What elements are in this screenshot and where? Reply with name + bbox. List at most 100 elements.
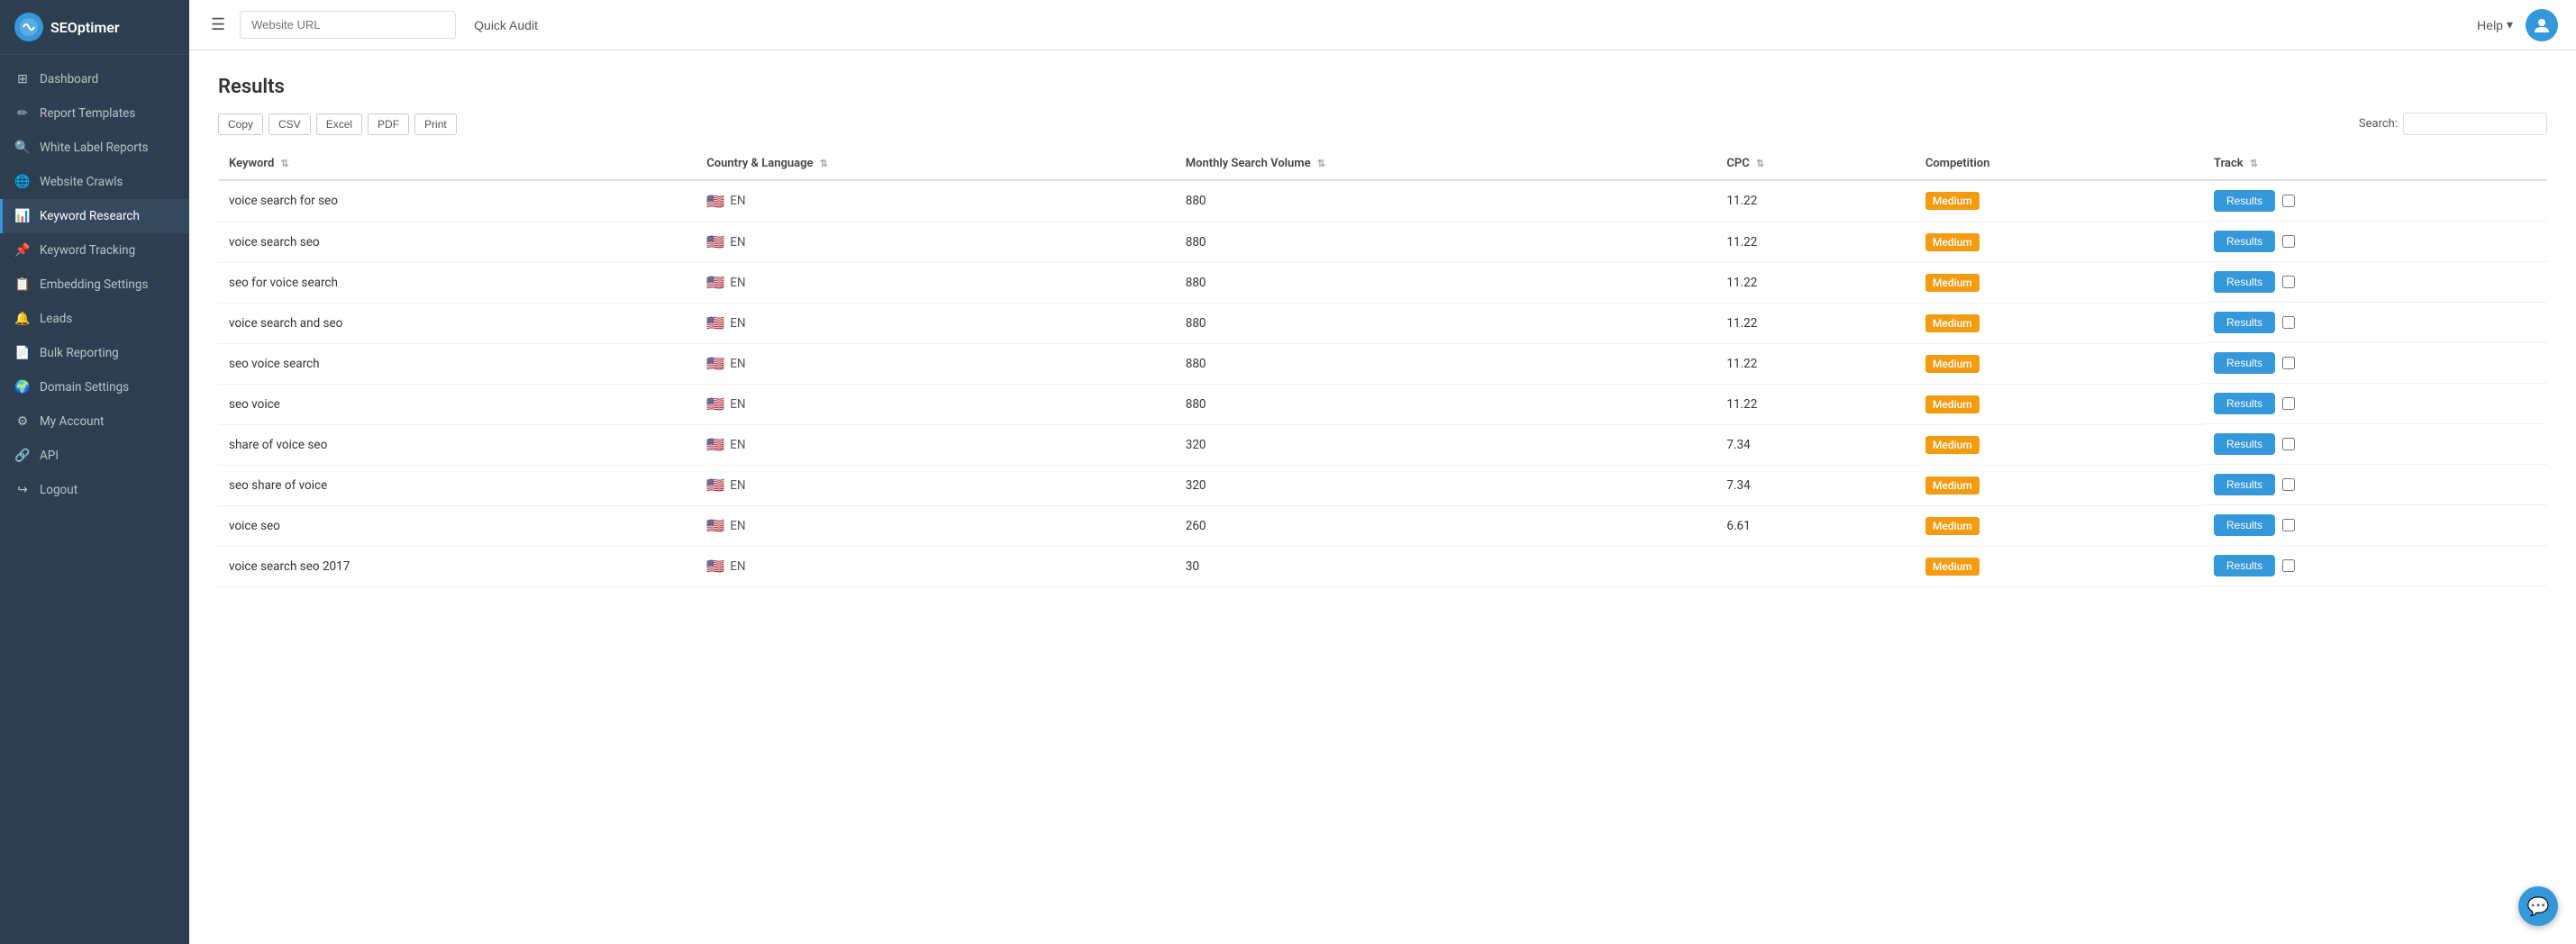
cell-country: 🇺🇸 EN bbox=[696, 303, 1174, 343]
col-country-language[interactable]: Country & Language ⇅ bbox=[696, 148, 1174, 180]
results-button[interactable]: Results bbox=[2214, 271, 2275, 293]
cell-competition: Medium bbox=[1915, 505, 2203, 546]
lang-code: EN bbox=[730, 519, 745, 533]
sidebar-item-report-templates[interactable]: ✏ Report Templates bbox=[0, 96, 189, 131]
quick-audit-button[interactable]: Quick Audit bbox=[467, 14, 545, 36]
results-button[interactable]: Results bbox=[2214, 352, 2275, 374]
cell-competition: Medium bbox=[1915, 222, 2203, 262]
menu-toggle-button[interactable]: ☰ bbox=[207, 12, 229, 38]
website-url-input[interactable] bbox=[240, 11, 456, 39]
user-avatar[interactable] bbox=[2526, 9, 2558, 41]
track-checkbox[interactable] bbox=[2282, 195, 2295, 207]
table-row: voice search for seo 🇺🇸 EN 880 11.22 Med… bbox=[218, 180, 2547, 222]
cell-competition: Medium bbox=[1915, 262, 2203, 303]
cell-cpc: 11.22 bbox=[1716, 222, 1914, 262]
export-print-button[interactable]: Print bbox=[414, 113, 457, 135]
col-keyword[interactable]: Keyword ⇅ bbox=[218, 148, 696, 180]
track-checkbox[interactable] bbox=[2282, 357, 2295, 369]
help-label: Help bbox=[2477, 18, 2503, 32]
cell-cpc: 11.22 bbox=[1716, 343, 1914, 384]
cell-cpc: 11.22 bbox=[1716, 384, 1914, 424]
track-checkbox[interactable] bbox=[2282, 438, 2295, 450]
sidebar-item-white-label-reports[interactable]: 🔍 White Label Reports bbox=[0, 131, 189, 165]
col-monthly-search-volume[interactable]: Monthly Search Volume ⇅ bbox=[1175, 148, 1716, 180]
sidebar-item-keyword-tracking[interactable]: 📌 Keyword Tracking bbox=[0, 233, 189, 268]
sidebar-logo: SEOptimer bbox=[0, 0, 189, 55]
track-checkbox[interactable] bbox=[2282, 276, 2295, 288]
sidebar-item-bulk-reporting[interactable]: 📄 Bulk Reporting bbox=[0, 336, 189, 370]
chat-bubble[interactable]: 💬 bbox=[2518, 886, 2558, 926]
cell-country: 🇺🇸 EN bbox=[696, 505, 1174, 546]
track-checkbox[interactable] bbox=[2282, 559, 2295, 572]
sidebar-item-logout[interactable]: ↪ Logout bbox=[0, 473, 189, 507]
lang-code: EN bbox=[730, 316, 745, 331]
export-csv-button[interactable]: CSV bbox=[269, 113, 311, 135]
track-checkbox[interactable] bbox=[2282, 235, 2295, 248]
sidebar-label-keyword-tracking: Keyword Tracking bbox=[40, 243, 135, 258]
results-button[interactable]: Results bbox=[2214, 231, 2275, 252]
results-button[interactable]: Results bbox=[2214, 474, 2275, 495]
results-button[interactable]: Results bbox=[2214, 190, 2275, 212]
track-checkbox[interactable] bbox=[2282, 316, 2295, 329]
cell-country: 🇺🇸 EN bbox=[696, 343, 1174, 384]
sidebar-icon-my-account: ⚙ bbox=[14, 414, 31, 429]
sidebar-item-dashboard[interactable]: ⊞ Dashboard bbox=[0, 62, 189, 96]
export-copy-button[interactable]: Copy bbox=[218, 113, 263, 135]
results-button[interactable]: Results bbox=[2214, 312, 2275, 333]
sidebar-item-leads[interactable]: 🔔 Leads bbox=[0, 302, 189, 336]
cell-track: Results bbox=[2203, 505, 2547, 546]
export-pdf-button[interactable]: PDF bbox=[368, 113, 409, 135]
flag-icon: 🇺🇸 bbox=[706, 233, 724, 250]
export-excel-button[interactable]: Excel bbox=[316, 113, 362, 135]
cell-competition: Medium bbox=[1915, 384, 2203, 424]
sidebar-icon-keyword-tracking: 📌 bbox=[14, 243, 31, 258]
cell-volume: 880 bbox=[1175, 180, 1716, 222]
sidebar-item-domain-settings[interactable]: 🌍 Domain Settings bbox=[0, 370, 189, 404]
search-bar: Search: bbox=[2359, 113, 2547, 135]
cell-competition: Medium bbox=[1915, 180, 2203, 222]
flag-icon: 🇺🇸 bbox=[706, 436, 724, 453]
cell-keyword: share of voice seo bbox=[218, 424, 696, 465]
col-cpc[interactable]: CPC ⇅ bbox=[1716, 148, 1914, 180]
lang-code: EN bbox=[730, 559, 745, 574]
sidebar-icon-embedding-settings: 📋 bbox=[14, 277, 31, 292]
lang-code: EN bbox=[730, 397, 745, 412]
cell-country: 🇺🇸 EN bbox=[696, 465, 1174, 505]
cell-competition: Medium bbox=[1915, 546, 2203, 586]
flag-icon: 🇺🇸 bbox=[706, 558, 724, 575]
sidebar-label-white-label-reports: White Label Reports bbox=[40, 141, 149, 155]
track-checkbox[interactable] bbox=[2282, 519, 2295, 531]
results-button[interactable]: Results bbox=[2214, 514, 2275, 536]
cell-volume: 320 bbox=[1175, 424, 1716, 465]
results-button[interactable]: Results bbox=[2214, 433, 2275, 455]
sidebar-item-website-crawls[interactable]: 🌐 Website Crawls bbox=[0, 165, 189, 199]
results-button[interactable]: Results bbox=[2214, 555, 2275, 576]
cell-cpc: 7.34 bbox=[1716, 424, 1914, 465]
cell-volume: 880 bbox=[1175, 222, 1716, 262]
sidebar-item-my-account[interactable]: ⚙ My Account bbox=[0, 404, 189, 439]
cell-track: Results bbox=[2203, 546, 2547, 586]
track-checkbox[interactable] bbox=[2282, 397, 2295, 410]
sidebar-icon-dashboard: ⊞ bbox=[14, 72, 31, 86]
sort-icon-volume: ⇅ bbox=[1317, 158, 1325, 169]
table-row: seo voice 🇺🇸 EN 880 11.22 Medium Results bbox=[218, 384, 2547, 424]
sidebar-item-embedding-settings[interactable]: 📋 Embedding Settings bbox=[0, 268, 189, 302]
competition-badge: Medium bbox=[1925, 517, 1980, 535]
sidebar-item-keyword-research[interactable]: 📊 Keyword Research bbox=[0, 199, 189, 233]
col-competition[interactable]: Competition bbox=[1915, 148, 2203, 180]
results-button[interactable]: Results bbox=[2214, 393, 2275, 414]
help-button[interactable]: Help ▾ bbox=[2477, 17, 2513, 32]
cell-keyword: seo voice bbox=[218, 384, 696, 424]
search-input[interactable] bbox=[2403, 113, 2547, 135]
cell-track: Results bbox=[2203, 343, 2547, 384]
sidebar-item-api[interactable]: 🔗 API bbox=[0, 439, 189, 473]
track-checkbox[interactable] bbox=[2282, 478, 2295, 491]
logo-icon bbox=[14, 13, 43, 41]
cell-cpc: 11.22 bbox=[1716, 303, 1914, 343]
table-row: seo share of voice 🇺🇸 EN 320 7.34 Medium… bbox=[218, 465, 2547, 505]
cell-volume: 880 bbox=[1175, 384, 1716, 424]
export-bar: Copy CSVExcel PDFPrint Search: bbox=[218, 113, 2547, 135]
sidebar-label-domain-settings: Domain Settings bbox=[40, 380, 129, 395]
col-track[interactable]: Track ⇅ bbox=[2203, 148, 2547, 180]
competition-badge: Medium bbox=[1925, 477, 1980, 495]
